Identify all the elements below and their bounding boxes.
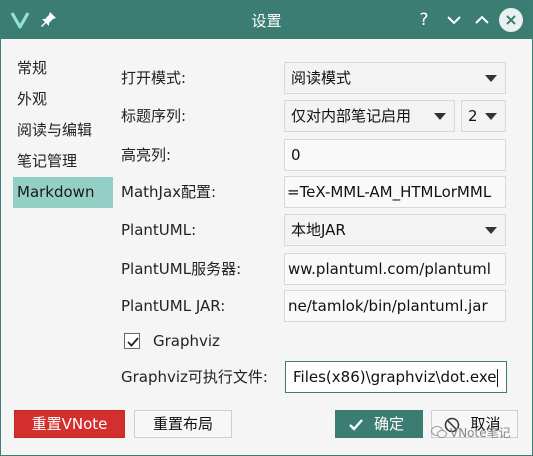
plantuml-mode-value: 本地JAR	[291, 221, 346, 239]
ok-button[interactable]: 确定	[335, 410, 423, 438]
plantuml-jar-label: PlantUML JAR:	[121, 297, 226, 315]
maximize-chevron-icon[interactable]	[469, 7, 495, 33]
help-icon[interactable]: ?	[411, 7, 437, 33]
wechat-watermark-icon	[431, 426, 447, 439]
mathjax-config-input[interactable]: =TeX-MML-AM_HTMLorMML	[284, 176, 506, 208]
text-caret	[497, 368, 499, 387]
check-icon	[349, 419, 363, 431]
highlight-column-value: 0	[291, 146, 301, 164]
mathjax-config-value: =TeX-MML-AM_HTMLorMML	[287, 183, 492, 201]
plantuml-server-label: PlantUML服务器:	[121, 260, 242, 278]
graphviz-checkbox[interactable]	[124, 333, 140, 349]
minimize-chevron-icon[interactable]	[441, 7, 467, 33]
open-mode-label: 打开模式:	[121, 69, 187, 87]
dropdown-arrow-icon	[485, 113, 497, 120]
heading-sequence-label: 标题序列:	[121, 107, 187, 125]
heading-sequence-value: 仅对内部笔记启用	[291, 107, 412, 125]
dropdown-arrow-icon	[434, 113, 446, 120]
plantuml-server-input[interactable]: ww.plantuml.com/plantuml	[284, 253, 506, 285]
sidebar-item-markdown[interactable]: Markdown	[13, 177, 113, 208]
sidebar-item-note-management[interactable]: 笔记管理	[13, 146, 113, 177]
heading-level-value: 2	[468, 107, 478, 125]
ok-button-label: 确定	[373, 415, 404, 433]
open-mode-value: 阅读模式	[291, 69, 352, 87]
reset-layout-button[interactable]: 重置布局	[134, 410, 232, 438]
sidebar-item-appearance[interactable]: 外观	[13, 84, 113, 115]
heading-level-select[interactable]: 2	[461, 100, 506, 132]
plantuml-label: PlantUML:	[121, 221, 197, 239]
plantuml-jar-input[interactable]: ne/tamlok/bin/plantuml.jar	[284, 290, 506, 322]
sidebar-item-read-edit[interactable]: 阅读与编辑	[13, 115, 113, 146]
graphviz-exe-value: Files(x86)\graphviz\dot.exe	[293, 368, 497, 386]
dropdown-arrow-icon	[485, 227, 497, 234]
title-bar[interactable]: 设置 ?	[1, 1, 532, 39]
heading-sequence-select[interactable]: 仅对内部笔记启用	[284, 100, 455, 132]
checkmark-icon	[127, 337, 139, 347]
settings-dialog: 设置 ? 常规 外观 阅读与编辑 笔记管理 Markdown 打开模式: 阅读模…	[0, 0, 533, 456]
graphviz-exe-label: Graphviz可执行文件:	[121, 368, 268, 386]
highlight-column-input[interactable]: 0	[284, 139, 506, 171]
watermark-text: VNote笔记	[450, 426, 511, 440]
mathjax-config-label: MathJax配置:	[121, 183, 217, 201]
plantuml-mode-select[interactable]: 本地JAR	[284, 214, 506, 246]
graphviz-exe-input[interactable]: Files(x86)\graphviz\dot.exe	[285, 361, 507, 393]
graphviz-checkbox-label[interactable]: Graphviz	[153, 325, 220, 357]
dropdown-arrow-icon	[485, 75, 497, 82]
plantuml-server-value: ww.plantuml.com/plantuml	[288, 260, 491, 278]
settings-sidebar: 常规 外观 阅读与编辑 笔记管理 Markdown	[13, 53, 113, 208]
highlight-column-label: 高亮列:	[121, 146, 172, 164]
open-mode-select[interactable]: 阅读模式	[284, 62, 506, 94]
close-icon[interactable]	[499, 8, 523, 32]
reset-vnote-button[interactable]: 重置VNote	[14, 410, 125, 438]
sidebar-item-general[interactable]: 常规	[13, 53, 113, 84]
plantuml-jar-value: ne/tamlok/bin/plantuml.jar	[288, 297, 488, 315]
